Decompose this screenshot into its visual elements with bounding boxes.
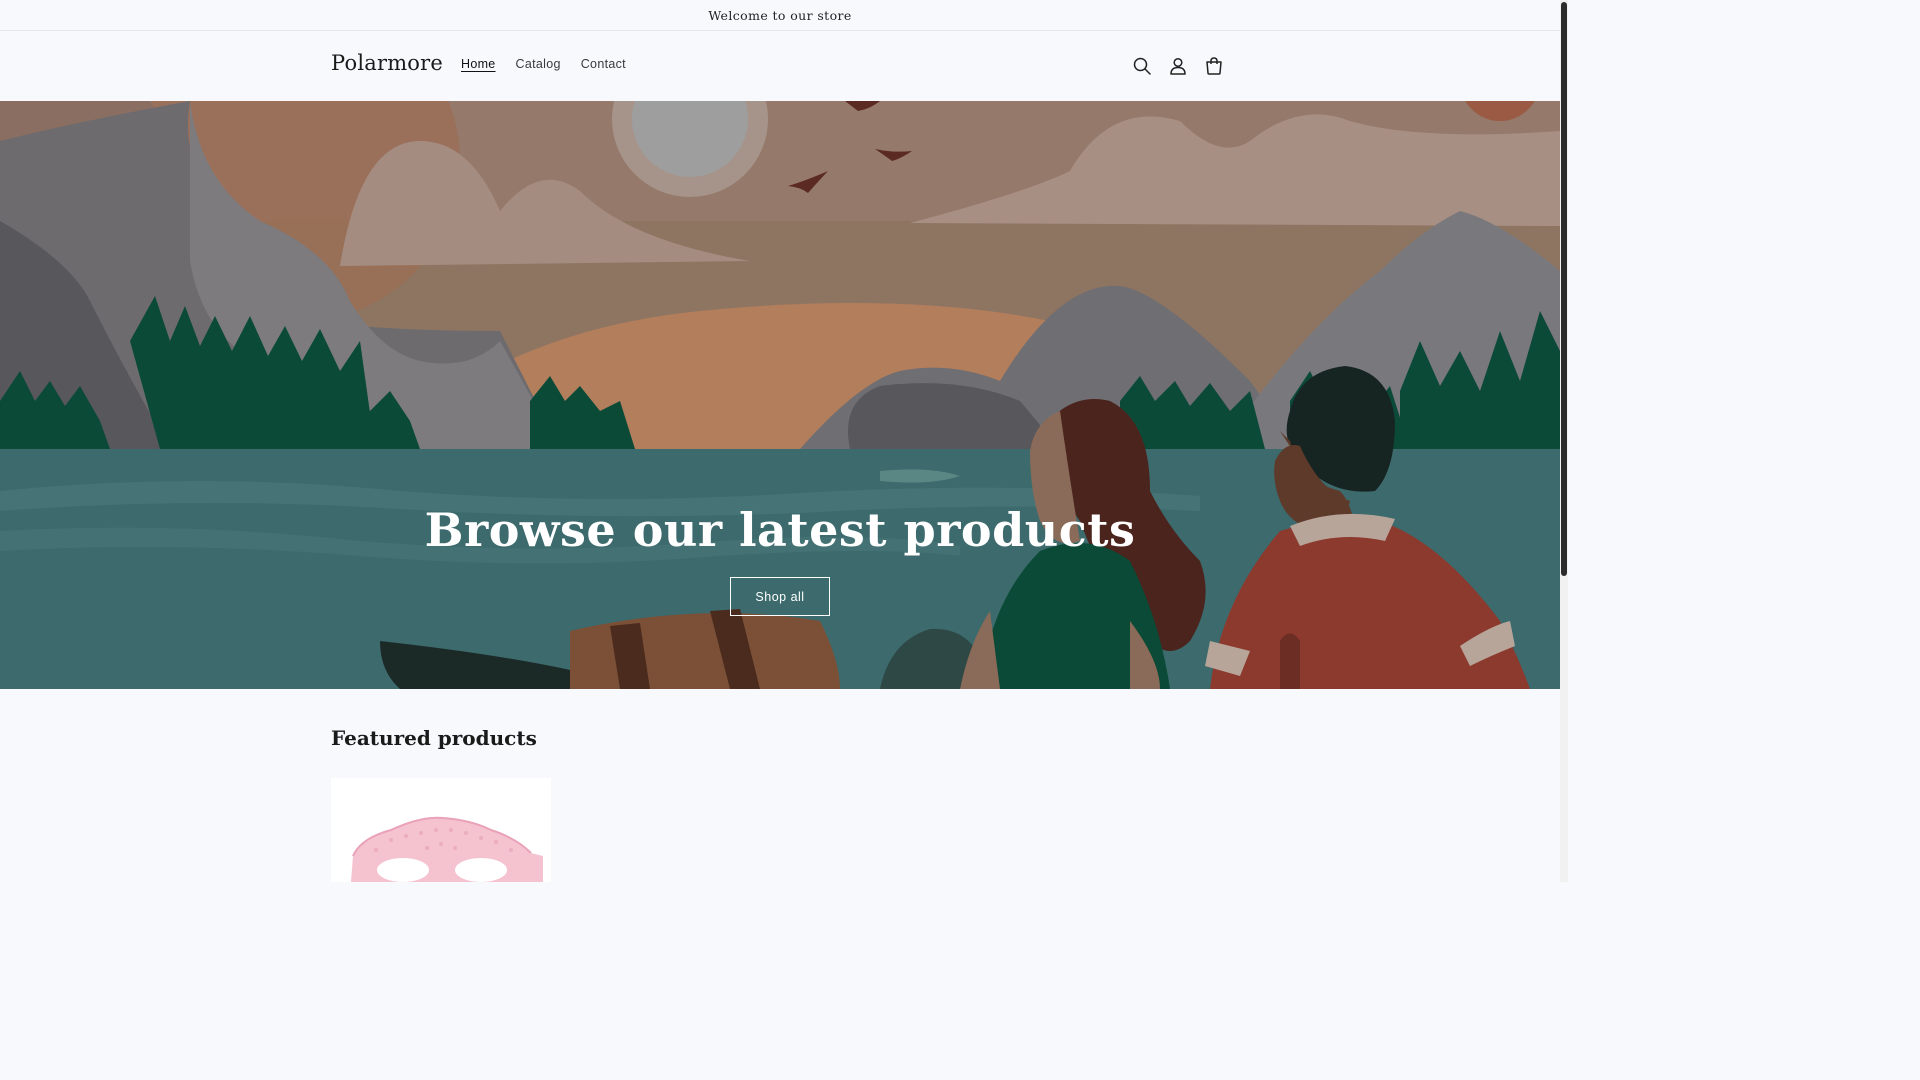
featured-products-heading: Featured products [331,726,537,750]
cart-icon[interactable] [1196,48,1232,84]
shop-all-button[interactable]: Shop all [730,577,830,616]
announcement-text: Welcome to our store [708,7,852,23]
nav-link-home[interactable]: Home [451,57,506,71]
store-logo[interactable]: Polarmore [331,51,443,75]
product-card[interactable] [331,778,551,882]
account-icon[interactable] [1160,48,1196,84]
product-image [331,778,551,882]
search-icon[interactable] [1124,48,1160,84]
announcement-bar: Welcome to our store [0,0,1560,31]
header-icons [1124,48,1232,84]
hero-banner: Browse our latest products Shop all [0,101,1560,689]
scrollbar-thumb[interactable] [1561,2,1567,576]
hero-title: Browse our latest products [424,503,1136,557]
page-scrollbar[interactable] [1560,0,1568,882]
nav-link-catalog[interactable]: Catalog [506,57,571,71]
nav-link-contact[interactable]: Contact [571,57,636,71]
site-header: Polarmore Home Catalog Contact [0,31,1560,101]
main-nav: Home Catalog Contact [451,57,636,71]
